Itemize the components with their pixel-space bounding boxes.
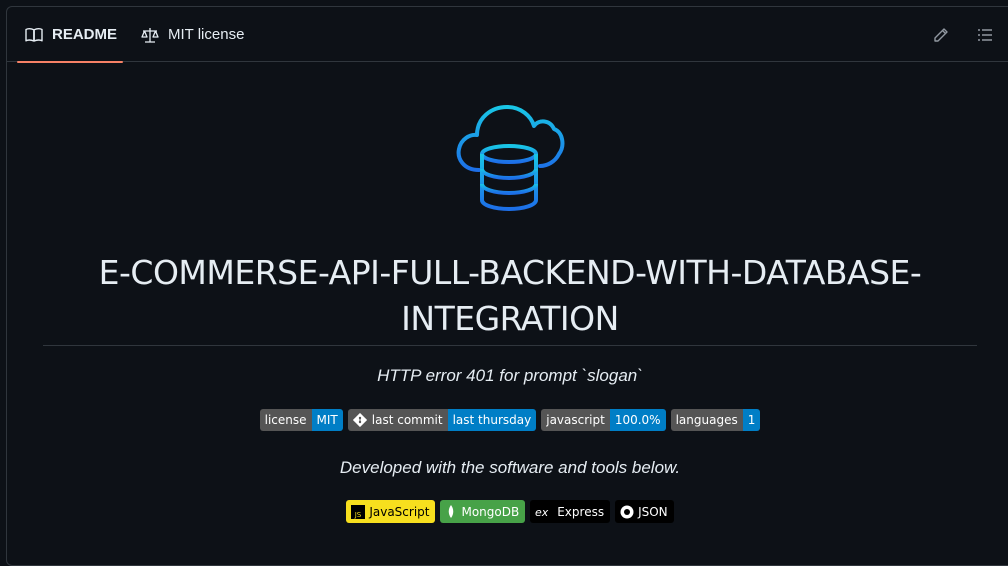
cloud-database-icon [456,105,565,212]
tools-heading: Developed with the software and tools be… [339,458,681,477]
slogan-text: HTTP error 401 for prompt `slogan` [377,366,643,385]
tab-license-label: MIT license [168,26,245,43]
badge-label: last commit [371,413,443,427]
express-tool-badge[interactable]: ex Express [530,500,611,523]
svg-text:JS: JS [354,511,362,519]
tool-name: MongoDB [461,504,520,519]
badge-value: last thursday [447,409,537,431]
tool-name: JavaScript [369,504,430,519]
badge-value: MIT [311,409,343,431]
readme-panel: README MIT license E-COMMERSE-API-FULL-B… [6,6,1008,566]
javascript-badge[interactable]: javascript 100.0% [541,409,666,431]
list-icon [978,29,992,41]
readme-tabbar: README MIT license [7,7,1008,63]
languages-badge[interactable]: languages 1 [670,409,761,431]
scale-icon [141,27,159,43]
outline-button[interactable] [973,23,997,47]
mongodb-icon [449,504,454,518]
tab-readme-label: README [52,26,118,43]
svg-text:ex: ex [535,506,549,518]
pencil-icon [934,28,948,42]
express-icon: ex [535,506,549,518]
badge-value: 100.0% [609,409,666,431]
badge-label: languages [670,409,743,431]
json-icon [620,505,634,518]
tool-name: Express [557,504,605,519]
badge-value: 1 [742,409,761,431]
tab-readme[interactable]: README [17,7,123,63]
page-title: E-COMMERSE-API-FULL-BACKEND-WITH-DATABAS… [98,253,922,338]
javascript-tool-badge[interactable]: JS JavaScript [346,500,436,523]
title-divider [43,345,977,346]
tools-row: JS JavaScript MongoDB ex Express JSON [7,500,1008,523]
badge-label: license [259,409,312,431]
json-tool-badge[interactable]: JSON [615,500,674,523]
javascript-icon: JS [351,504,366,519]
badge-label: javascript [541,409,610,431]
last-commit-badge[interactable]: last commit last thursday [347,409,537,431]
mongodb-tool-badge[interactable]: MongoDB [440,500,526,523]
readme-content: E-COMMERSE-API-FULL-BACKEND-WITH-DATABAS… [7,62,1008,562]
license-badge[interactable]: license MIT [259,409,343,431]
badge-label-wrap: last commit [347,409,448,431]
tab-license[interactable]: MIT license [141,7,244,62]
badge-row: license MIT last commit last thursday ja… [7,409,1008,431]
tool-name: JSON [638,504,668,519]
git-icon [352,413,367,427]
edit-button[interactable] [929,23,953,47]
book-icon [25,27,43,42]
